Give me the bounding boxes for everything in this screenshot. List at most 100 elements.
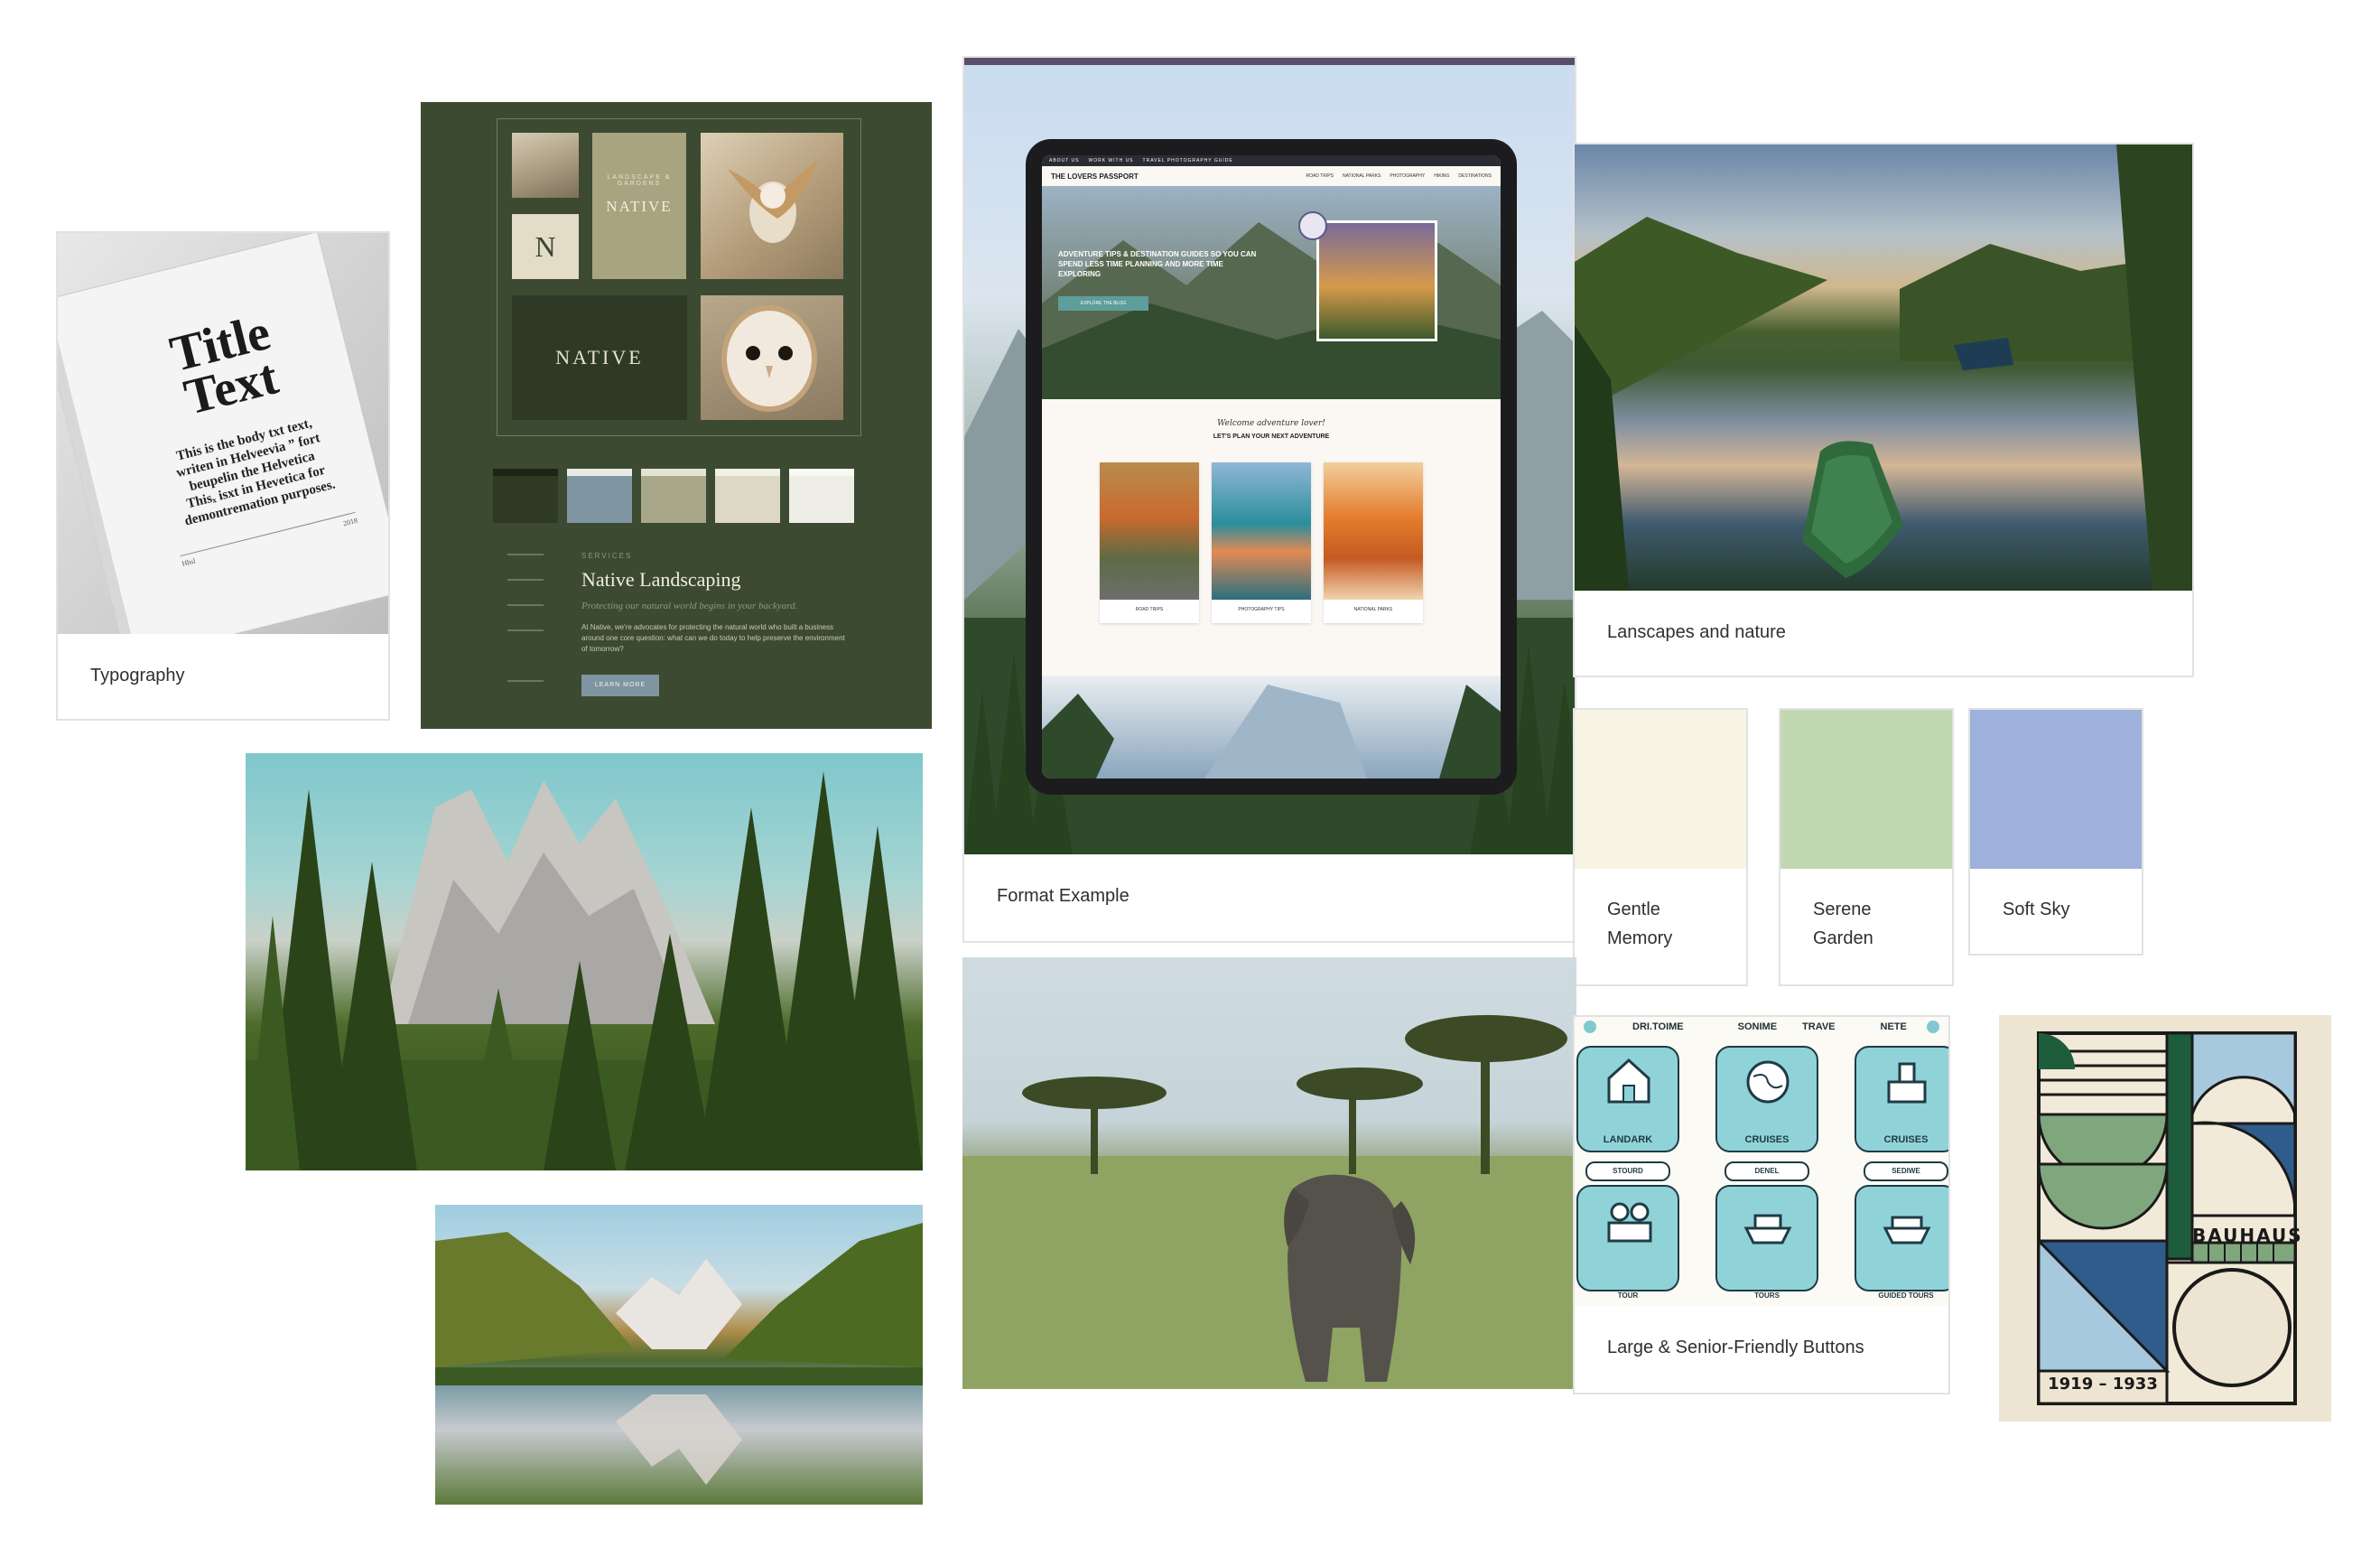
nav-4[interactable]: HIKING xyxy=(1434,173,1449,179)
script-line: Welcome adventure lover! xyxy=(1217,419,1325,428)
format-example-card[interactable]: ABOUT US WORK WITH US TRAVEL PHOTOGRAPHY… xyxy=(962,56,1576,943)
site-bottom-photo xyxy=(1042,676,1501,778)
buttons-home-icon[interactable] xyxy=(1584,1021,1596,1033)
topbar-link-2[interactable]: WORK WITH US xyxy=(1088,158,1133,163)
senior-buttons-label: Large & Senior-Friendly Buttons xyxy=(1607,1338,1864,1357)
tile-national-parks[interactable]: NATIONAL PARKS xyxy=(1324,462,1423,623)
palette-swatch-4 xyxy=(715,469,780,523)
hero-photo xyxy=(1316,220,1437,341)
n-badge: N xyxy=(512,214,579,279)
format-example-label: Format Example xyxy=(997,886,1130,906)
nav-5[interactable]: DESTINATIONS xyxy=(1458,173,1492,179)
elephant-savanna-photo[interactable] xyxy=(962,957,1576,1389)
tile-row: ROAD TRIPS PHOTOGRAPHY TIPS NATIONAL PAR… xyxy=(1100,462,1423,623)
big-button-cruises-2-title: CRUISES xyxy=(1883,1134,1929,1145)
owl-flying-photo xyxy=(701,133,843,279)
house-icon xyxy=(1607,1058,1650,1104)
palette-swatch-3 xyxy=(641,469,706,523)
big-button-tours[interactable]: TOURS xyxy=(1715,1185,1818,1300)
native-dark-logo: NATIVE xyxy=(512,295,687,420)
native-badge-arc: LANDSCAPE & GARDENS xyxy=(607,174,672,187)
tablet-device: ABOUT US WORK WITH US TRAVEL PHOTOGRAPHY… xyxy=(1026,139,1517,795)
native-badge: LANDSCAPE & GARDENS NATIVE xyxy=(592,133,686,279)
palette-swatch-1 xyxy=(493,469,558,523)
format-example-image: ABOUT US WORK WITH US TRAVEL PHOTOGRAPHY… xyxy=(964,58,1575,854)
forest-mountain-photo[interactable] xyxy=(246,753,923,1170)
buttons-top-1[interactable]: DRI.TOIME xyxy=(1632,1021,1684,1032)
landscapes-card[interactable]: Lanscapes and nature xyxy=(1573,143,2194,677)
bauhaus-poster[interactable]: BAUHAUS 1919 – 1933 xyxy=(1999,1015,2331,1422)
big-button-guided-tours-pill: GUIDED TOURS xyxy=(1878,1291,1934,1300)
tile-road-trips[interactable]: ROAD TRIPS xyxy=(1100,462,1199,623)
tile-photo-tips-label: PHOTOGRAPHY TIPS xyxy=(1238,607,1285,612)
site-hero: ADVENTURE TIPS & DESTINATION GUIDES SO Y… xyxy=(1042,186,1501,399)
big-button-landmark-title: LANDARK xyxy=(1603,1134,1653,1145)
site-brand[interactable]: THE LOVERS PASSPORT xyxy=(1051,172,1139,181)
bauhaus-word: BAUHAUS xyxy=(2192,1225,2303,1246)
big-button-cruises-2[interactable]: CRUISES SEDIWE xyxy=(1855,1046,1948,1181)
landscapes-label: Lanscapes and nature xyxy=(1607,622,1786,642)
section-title: LET'S PLAN YOUR NEXT ADVENTURE xyxy=(1213,434,1330,440)
big-button-cruises-1-pill: DENEL xyxy=(1725,1161,1809,1181)
swatch-serene-garden-line2: Garden xyxy=(1813,928,1873,948)
typography-label: Typography xyxy=(90,666,185,685)
nav-1[interactable]: ROAD TRIPS xyxy=(1306,173,1333,179)
learn-more-button[interactable]: LEARN MORE xyxy=(581,675,659,696)
tile-road-trips-label: ROAD TRIPS xyxy=(1135,607,1164,612)
native-heading: Native Landscaping xyxy=(581,568,741,591)
big-button-tours-pill: TOURS xyxy=(1754,1291,1780,1300)
big-button-guided-tours[interactable]: GUIDED TOURS xyxy=(1855,1185,1948,1300)
hero-button[interactable]: EXPLORE THE BLOG xyxy=(1058,296,1148,311)
mountain-lake-reflection-photo[interactable] xyxy=(435,1205,923,1505)
lake-image xyxy=(1575,145,2192,591)
big-button-landmark[interactable]: LANDARK STOURD xyxy=(1576,1046,1679,1181)
owl-face-photo xyxy=(701,295,843,420)
palette-swatch-5 xyxy=(789,469,854,523)
swatch-serene-garden-line1: Serene xyxy=(1813,900,1872,919)
native-palette xyxy=(493,469,854,523)
buttons-top-3[interactable]: TRAVE xyxy=(1802,1021,1835,1032)
typography-card[interactable]: Title Text This is the body txt text, wr… xyxy=(56,231,390,721)
native-badge-word: NATIVE xyxy=(606,198,673,215)
native-paragraph: At Native, we're advocates for protectin… xyxy=(581,623,845,653)
native-landscaping-image[interactable]: N LANDSCAPE & GARDENS NATIVE NATIVE SERV… xyxy=(421,102,932,729)
topbar-link-1[interactable]: ABOUT US xyxy=(1049,158,1079,163)
swatch-gentle-memory-line1: Gentle xyxy=(1607,900,1660,919)
big-button-tour[interactable]: TOUR xyxy=(1576,1185,1679,1300)
senior-buttons-image: DRI.TOIME SONIME TRAVE NETE LANDARK STOU… xyxy=(1575,1017,1948,1306)
grass-photo xyxy=(512,133,579,198)
big-button-cruises-1-title: CRUISES xyxy=(1744,1134,1790,1145)
hero-text: ADVENTURE TIPS & DESTINATION GUIDES SO Y… xyxy=(1058,250,1257,278)
big-button-cruises-1[interactable]: CRUISES DENEL xyxy=(1715,1046,1818,1181)
native-subheading: Protecting our natural world begins in y… xyxy=(581,601,798,611)
typography-image: Title Text This is the body txt text, wr… xyxy=(58,233,388,634)
ship-icon xyxy=(1883,1216,1931,1245)
buttons-top-2[interactable]: SONIME xyxy=(1738,1021,1777,1032)
nav-2[interactable]: NATIONAL PARKS xyxy=(1343,173,1381,179)
big-button-tour-pill: TOUR xyxy=(1617,1291,1639,1300)
tile-photo-tips[interactable]: PHOTOGRAPHY TIPS xyxy=(1212,462,1311,623)
swatch-gentle-memory-color xyxy=(1575,710,1746,869)
people-icon xyxy=(1607,1202,1652,1243)
swatch-soft-sky-line1: Soft Sky xyxy=(2003,900,2070,919)
big-button-cruises-2-pill: SEDIWE xyxy=(1864,1161,1948,1181)
ship-icon xyxy=(1743,1214,1792,1245)
globe-icon xyxy=(1746,1060,1790,1104)
tower-icon xyxy=(1887,1062,1927,1104)
tile-national-parks-label: NATIONAL PARKS xyxy=(1353,607,1393,612)
big-button-landmark-pill: STOURD xyxy=(1585,1161,1670,1181)
swatch-serene-garden[interactable]: Serene Garden xyxy=(1779,708,1954,986)
swatch-soft-sky[interactable]: Soft Sky xyxy=(1968,708,2143,956)
tablet-screen: ABOUT US WORK WITH US TRAVEL PHOTOGRAPHY… xyxy=(1042,155,1501,778)
senior-buttons-card[interactable]: DRI.TOIME SONIME TRAVE NETE LANDARK STOU… xyxy=(1573,1015,1950,1394)
services-kicker: SERVICES xyxy=(581,552,633,560)
hero-badge xyxy=(1298,211,1327,240)
buttons-top-4[interactable]: NETE xyxy=(1881,1021,1907,1032)
topbar-link-3[interactable]: TRAVEL PHOTOGRAPHY GUIDE xyxy=(1143,158,1233,163)
nav-3[interactable]: PHOTOGRAPHY xyxy=(1390,173,1425,179)
swatch-soft-sky-color xyxy=(1970,710,2142,869)
swatch-serene-garden-color xyxy=(1780,710,1952,869)
swatch-gentle-memory-line2: Memory xyxy=(1607,928,1673,948)
swatch-gentle-memory[interactable]: Gentle Memory xyxy=(1573,708,1748,986)
buttons-close-icon[interactable] xyxy=(1926,1021,1939,1033)
